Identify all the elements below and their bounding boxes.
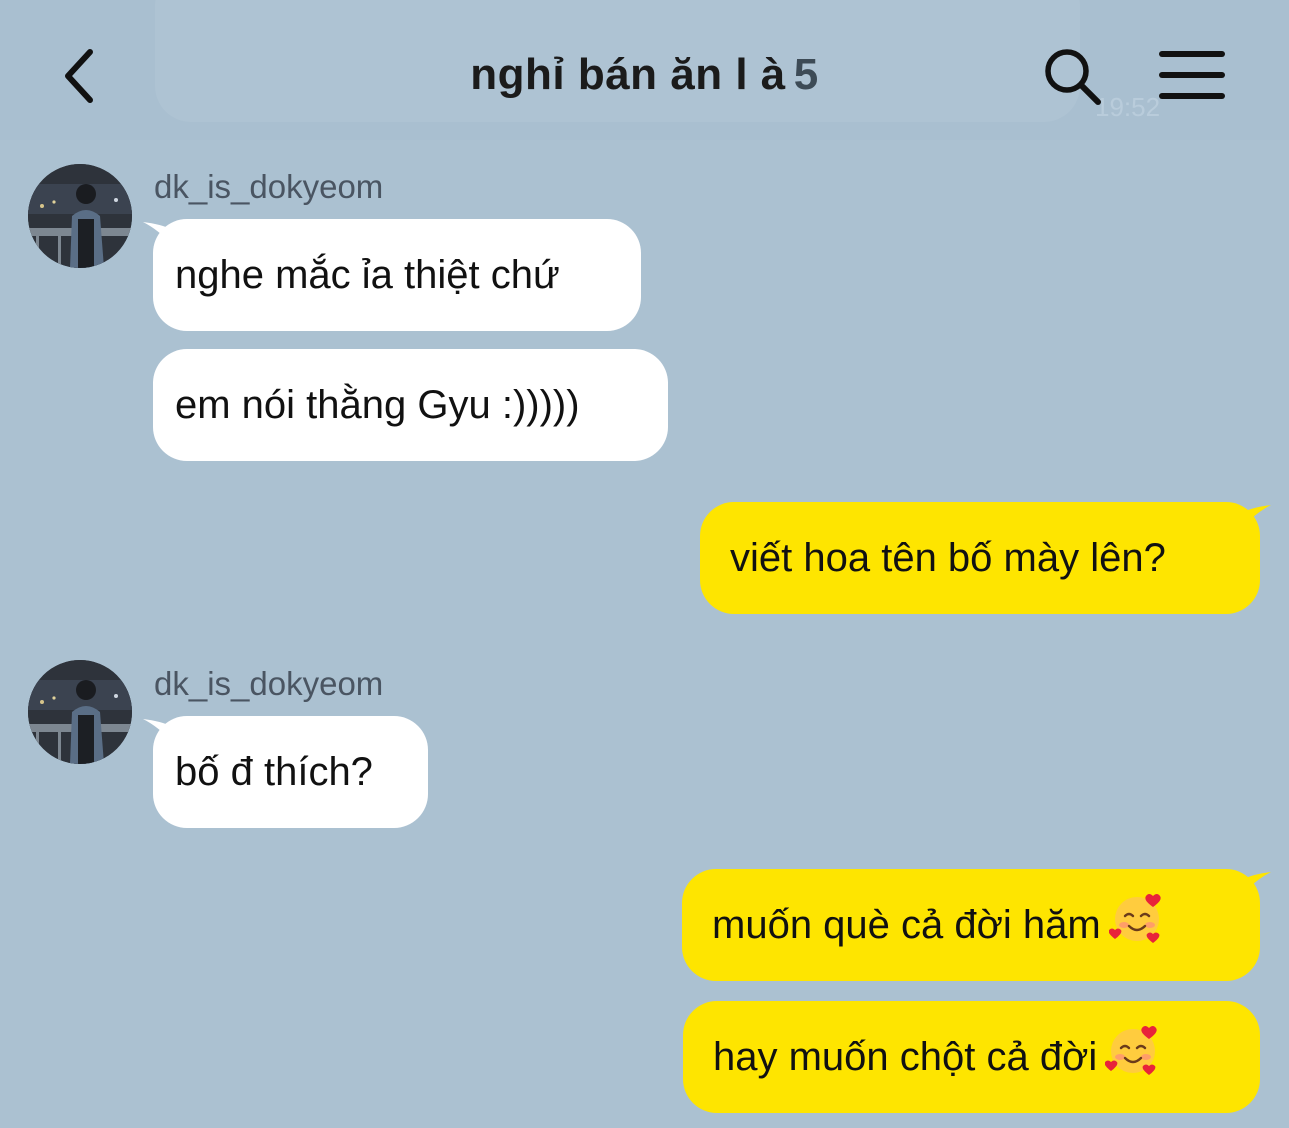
avatar-image [28, 164, 132, 268]
member-count: 5 [793, 50, 819, 99]
hamburger-menu-icon[interactable] [1158, 48, 1228, 104]
search-icon[interactable] [1040, 44, 1104, 108]
sender-name: dk_is_dokyeom [154, 168, 384, 205]
message-bubble[interactable]: hay muốn chột cả đời [683, 1001, 1260, 1113]
chat-title-text: nghỉ bán ăn l à [470, 50, 786, 99]
avatar[interactable] [28, 164, 132, 268]
message-bubble[interactable]: viết hoa tên bố mày lên? [700, 502, 1260, 614]
message-bubble[interactable]: muốn què cả đời hăm [682, 869, 1260, 981]
message-bubble[interactable]: em nói thằng Gyu :))))) [153, 349, 668, 461]
smiling-face-with-hearts-icon [1108, 894, 1161, 943]
message-text: muốn què cả đời hăm [712, 903, 1101, 947]
message-text: hay muốn chột cả đời [713, 1035, 1098, 1079]
message-bubble[interactable]: bố đ thích? [153, 716, 428, 828]
avatar[interactable] [28, 660, 132, 764]
smiling-face-with-hearts-icon [1105, 1026, 1157, 1075]
sender-name: dk_is_dokyeom [154, 665, 384, 702]
chat-header: 19:52 nghỉ bán ăn l à5 [0, 0, 1289, 140]
avatar-image [28, 660, 132, 764]
message-bubble[interactable]: nghe mắc ỉa thiệt chứ [153, 219, 641, 331]
